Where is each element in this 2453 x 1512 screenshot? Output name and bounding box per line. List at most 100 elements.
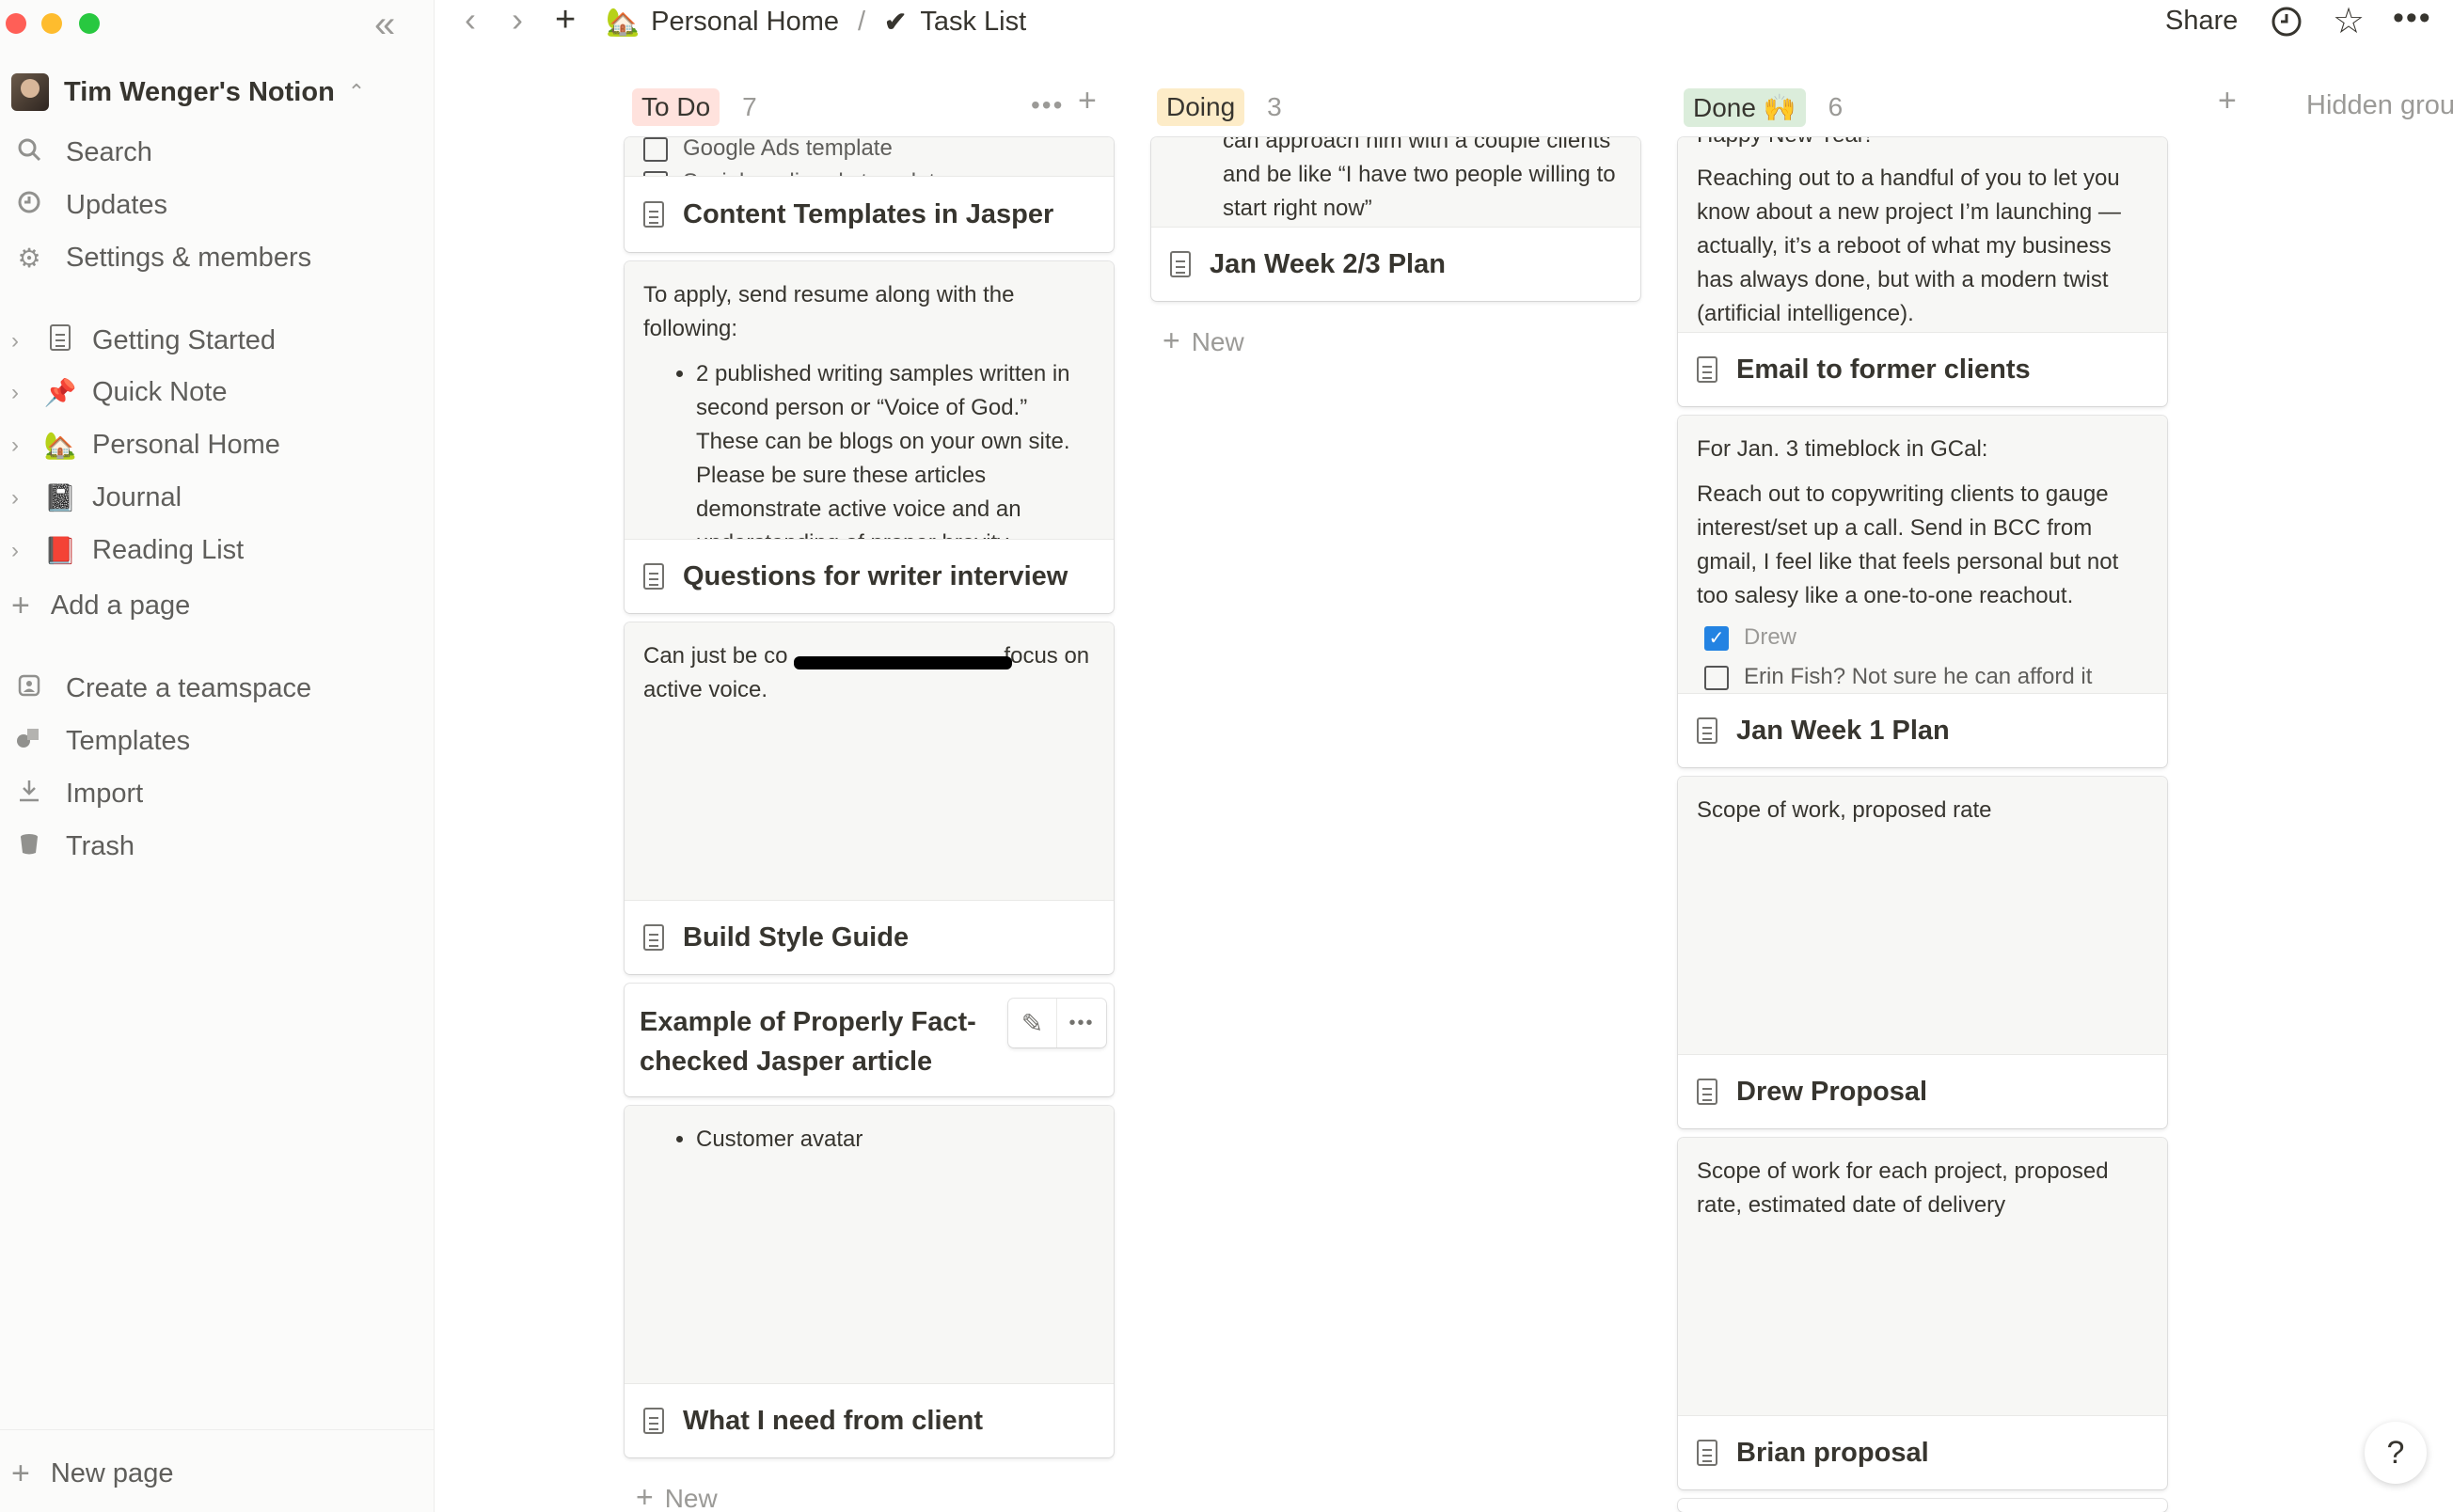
card-title-text: Email to former clients xyxy=(1736,354,2031,385)
sidebar-item-journal[interactable]: › 📓 Journal xyxy=(11,482,182,513)
card-preview: Scope of work, proposed rate xyxy=(1678,777,2167,1055)
sidebar-item-quick-note[interactable]: › 📌 Quick Note xyxy=(11,377,227,408)
book-icon: 📕 xyxy=(43,536,77,565)
chevron-right-icon[interactable]: › xyxy=(11,380,30,406)
star-icon[interactable]: ☆ xyxy=(2333,0,2365,42)
card-text: Can just be co focus on active voice. xyxy=(643,639,1095,707)
more-icon[interactable]: ••• xyxy=(1057,999,1106,1047)
more-icon[interactable]: ••• xyxy=(2393,0,2432,37)
add-page-button[interactable]: + Add a page xyxy=(11,588,190,624)
card-build-style-guide[interactable]: Can just be co focus on active voice. Bui… xyxy=(625,622,1114,974)
sidebar-item-reading-list[interactable]: › 📕 Reading List xyxy=(11,535,244,566)
new-page-button[interactable]: + New page xyxy=(11,1456,173,1492)
checklist-label: Social media ads template xyxy=(683,169,947,176)
page-icon xyxy=(643,563,664,590)
checklist-item: Social media ads template xyxy=(643,165,1095,176)
gear-icon: ⚙ xyxy=(17,244,41,273)
sidebar-item-templates[interactable]: Templates xyxy=(15,726,190,757)
breadcrumb-personal-home[interactable]: Personal Home xyxy=(651,7,839,38)
close-window-button[interactable] xyxy=(6,13,26,34)
card-content-templates[interactable]: Google Ads template Social media ads tem… xyxy=(625,137,1114,252)
checkbox[interactable] xyxy=(643,137,668,162)
sidebar-item-trash[interactable]: Trash xyxy=(15,831,135,862)
card-drew-proposal[interactable]: Scope of work, proposed rate Drew Propos… xyxy=(1678,777,2167,1128)
checklist-label: Drew xyxy=(1744,624,1797,650)
sidebar-item-label: Journal xyxy=(92,482,182,512)
more-icon[interactable]: ••• xyxy=(1031,90,1064,120)
card-jan-week-2-3[interactable]: can approach him with a couple clients a… xyxy=(1151,137,1640,301)
chevron-right-icon[interactable]: › xyxy=(11,433,30,459)
card-questions-writer[interactable]: To apply, send resume along with the fol… xyxy=(625,261,1114,613)
card-title-text: What I need from client xyxy=(683,1405,984,1436)
plus-icon[interactable]: + xyxy=(555,0,576,40)
card-text: For Jan. 3 timeblock in GCal: xyxy=(1697,436,1988,462)
share-button[interactable]: Share xyxy=(2165,6,2238,37)
chevron-right-icon[interactable]: › xyxy=(11,328,30,354)
sidebar-item-import[interactable]: Import xyxy=(15,779,143,810)
checkbox-checked[interactable]: ✓ xyxy=(1704,625,1729,651)
zoom-window-button[interactable] xyxy=(79,13,100,34)
column-header-done[interactable]: Done 🙌 6 xyxy=(1684,87,1843,128)
card-title-text: Jan Week 1 Plan xyxy=(1736,715,1950,746)
checkbox[interactable] xyxy=(1704,665,1729,690)
hidden-groups-label[interactable]: Hidden grou xyxy=(2306,90,2453,121)
sidebar-item-label: Search xyxy=(66,137,152,167)
sidebar-item-label: Import xyxy=(66,779,144,809)
new-card-button-doing[interactable]: + New xyxy=(1163,323,1244,358)
card-title: Example of Properly Fact-checked Jasper … xyxy=(640,1002,1006,1081)
chevron-right-icon[interactable]: › xyxy=(11,485,30,512)
clock-icon xyxy=(15,190,43,221)
card-text: Scope of work for each project, proposed… xyxy=(1697,1158,2109,1218)
card-preview: For Jan. 3 timeblock in GCal: Reach out … xyxy=(1678,416,2167,694)
card-what-i-need[interactable]: Customer avatar What I need from client xyxy=(625,1106,1114,1457)
page-icon xyxy=(1170,251,1191,277)
checklist-item: Erin Fish? Not sure he can afford it xyxy=(1697,660,2148,693)
card-jan-week-1[interactable]: For Jan. 3 timeblock in GCal: Reach out … xyxy=(1678,416,2167,767)
sidebar-item-create-teamspace[interactable]: Create a teamspace xyxy=(15,673,311,704)
column-header-doing[interactable]: Doing 3 xyxy=(1157,87,1282,128)
new-card-button-todo[interactable]: + New xyxy=(636,1480,718,1512)
checklist-label: Erin Fish? Not sure he can afford it xyxy=(1744,664,2093,689)
card-brian-proposal[interactable]: Scope of work for each project, proposed… xyxy=(1678,1138,2167,1489)
edit-pencil-icon[interactable]: ✎ xyxy=(1008,999,1057,1047)
page-icon xyxy=(643,924,664,951)
column-count: 7 xyxy=(742,92,757,121)
collapse-sidebar-icon[interactable]: « xyxy=(374,4,395,46)
sidebar-item-label: Personal Home xyxy=(92,430,280,460)
add-card-plus-icon[interactable]: + xyxy=(1078,83,1097,119)
trash-icon xyxy=(15,831,43,862)
workspace-switcher[interactable]: Tim Wenger's Notion ⌃ xyxy=(11,73,365,111)
help-button[interactable]: ? xyxy=(2365,1422,2427,1484)
sidebar-item-search[interactable]: Search xyxy=(15,137,152,168)
history-icon[interactable] xyxy=(2271,6,2303,45)
card-text: Scope of work, proposed rate xyxy=(1697,797,1992,823)
card-email-former-clients[interactable]: Happy New Year! Reaching out to a handfu… xyxy=(1678,137,2167,406)
status-badge: Done 🙌 xyxy=(1684,87,1806,127)
sidebar: « Tim Wenger's Notion ⌃ Search Updates ⚙… xyxy=(0,0,435,1512)
checklist-item: Google Ads template xyxy=(643,137,1095,165)
card-title-text: Example of Properly Fact-checked Jasper … xyxy=(640,1007,976,1077)
chevron-right-icon[interactable]: › xyxy=(11,538,30,564)
card-hover-toolbar: ✎ ••• xyxy=(1008,999,1106,1047)
forward-icon[interactable]: › xyxy=(512,0,523,39)
status-badge: To Do xyxy=(632,88,720,126)
card-text: Reaching out to a handful of you to let … xyxy=(1697,165,2121,326)
add-group-plus-icon[interactable]: + xyxy=(2218,83,2237,119)
card-partial[interactable] xyxy=(1678,1499,2167,1512)
sidebar-item-settings[interactable]: ⚙ Settings & members xyxy=(15,243,311,274)
sidebar-item-updates[interactable]: Updates xyxy=(15,190,167,221)
sidebar-item-personal-home[interactable]: › 🏡 Personal Home xyxy=(11,430,280,461)
breadcrumb-task-list[interactable]: Task List xyxy=(920,7,1026,38)
page-icon xyxy=(1697,1440,1717,1466)
new-page-label: New page xyxy=(50,1458,174,1488)
page-icon xyxy=(643,201,664,228)
minimize-window-button[interactable] xyxy=(41,13,62,34)
card-title-text: Brian proposal xyxy=(1736,1437,1929,1468)
sidebar-item-getting-started[interactable]: › Getting Started xyxy=(11,324,276,357)
back-icon[interactable]: ‹ xyxy=(465,0,476,39)
sidebar-item-label: Templates xyxy=(66,726,191,756)
card-fact-checked-article[interactable]: Example of Properly Fact-checked Jasper … xyxy=(625,984,1114,1096)
status-badge: Doing xyxy=(1157,88,1245,126)
column-header-todo[interactable]: To Do 7 xyxy=(632,87,757,128)
plus-icon: + xyxy=(11,1456,30,1491)
